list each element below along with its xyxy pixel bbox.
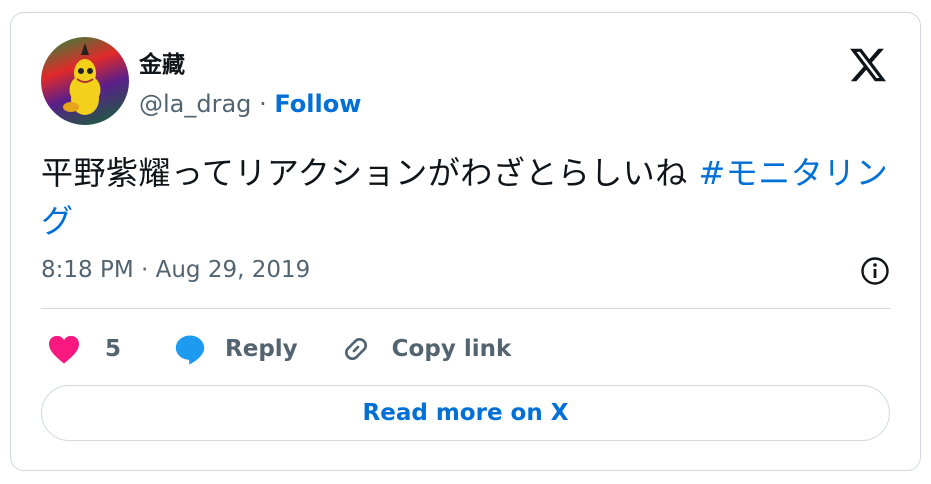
tweet-text: 平野紫耀ってリアクションがわざとらしいね #モニタリング <box>41 149 901 245</box>
link-icon <box>340 333 372 365</box>
heart-icon <box>47 334 81 364</box>
author-handle[interactable]: @la_drag <box>139 90 251 118</box>
separator-dot: · <box>259 90 267 118</box>
info-icon[interactable] <box>860 256 890 286</box>
reply-button[interactable]: Reply <box>173 332 298 366</box>
avatar[interactable] <box>41 37 129 125</box>
follow-button[interactable]: Follow <box>274 90 361 118</box>
author-handle-row: @la_drag · Follow <box>139 90 361 118</box>
copy-link-button[interactable]: Copy link <box>340 333 512 365</box>
action-bar: 5 Reply Copy link <box>47 329 511 369</box>
read-more-button[interactable]: Read more on X <box>41 385 890 441</box>
reply-label: Reply <box>225 336 298 362</box>
author-name[interactable]: 金藏 <box>139 45 185 79</box>
tweet-card: 金藏 @la_drag · Follow 平野紫耀ってリアクションがわざとらしい… <box>10 12 921 471</box>
tweet-timestamp[interactable]: 8:18 PM · Aug 29, 2019 <box>41 257 310 283</box>
x-logo-icon[interactable] <box>848 45 888 85</box>
divider <box>41 308 890 309</box>
like-button[interactable]: 5 <box>47 334 121 364</box>
like-count: 5 <box>105 336 122 362</box>
tweet-body: 平野紫耀ってリアクションがわざとらしいね <box>41 154 699 192</box>
reply-bubble-icon <box>173 332 207 366</box>
copy-link-label: Copy link <box>391 336 512 362</box>
